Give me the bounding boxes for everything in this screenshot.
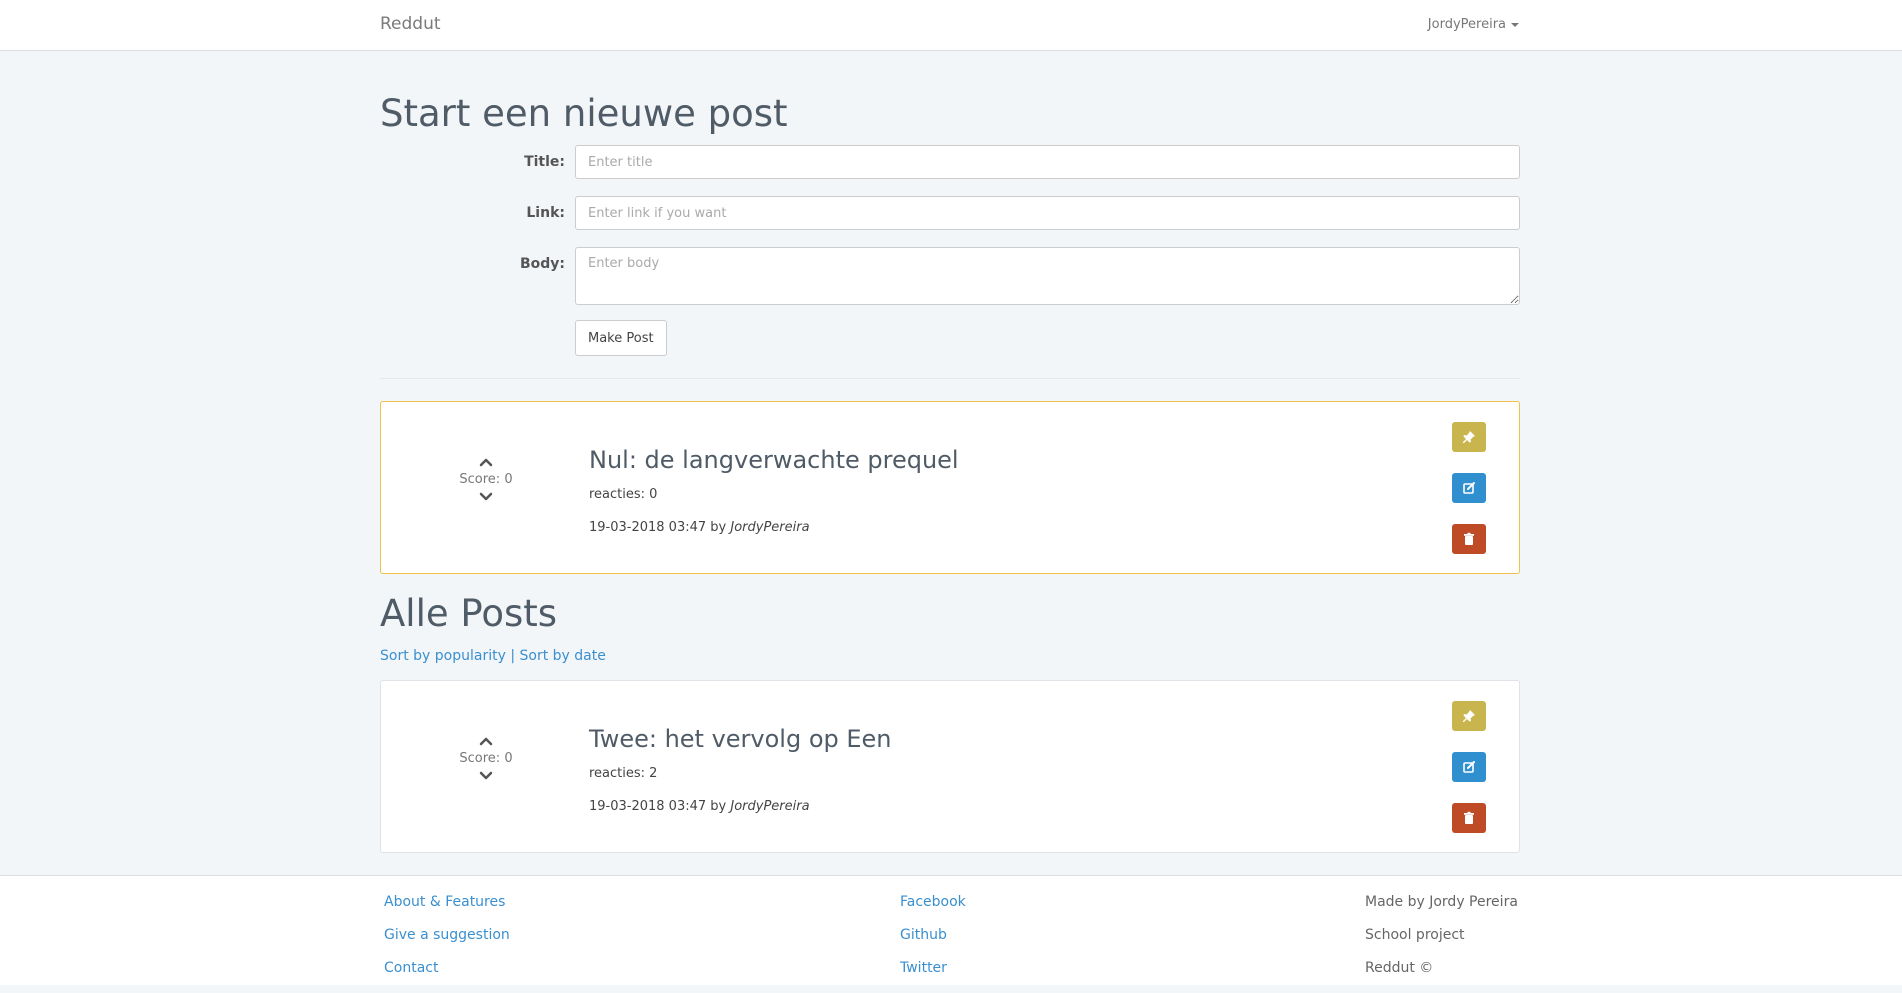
sort-separator: | xyxy=(510,648,516,664)
post-by: by xyxy=(710,520,727,535)
pushpin-icon xyxy=(1463,710,1475,722)
post-card: Score: 0 Twee: het vervolg op Een reacti… xyxy=(380,680,1520,853)
sort-by-date-link[interactable]: Sort by date xyxy=(520,648,606,664)
edit-button[interactable] xyxy=(1452,473,1486,503)
post-meta: 19-03-2018 03:47 by JordyPereira xyxy=(589,799,810,814)
all-posts-header: Alle Posts xyxy=(380,592,1520,635)
pin-button[interactable] xyxy=(1452,422,1486,452)
chevron-up-icon[interactable] xyxy=(478,735,494,747)
caret-down-icon xyxy=(1511,22,1519,27)
pinned-post-card: Score: 0 Nul: de langverwachte prequel r… xyxy=(380,401,1520,574)
delete-button[interactable] xyxy=(1452,524,1486,554)
make-post-button[interactable]: Make Post xyxy=(575,320,667,356)
trash-icon xyxy=(1464,811,1474,824)
footer-copyright: Reddut © xyxy=(1365,960,1434,976)
user-dropdown[interactable]: JordyPereira xyxy=(1428,17,1519,32)
new-post-form: Title: Link: Body: Make Post xyxy=(380,145,1520,365)
footer-link-about[interactable]: About & Features xyxy=(384,894,505,910)
footer-col-info: About & Features Give a suggestion Conta… xyxy=(384,894,510,993)
delete-button[interactable] xyxy=(1452,803,1486,833)
score-label: Score: 0 xyxy=(459,472,513,487)
post-replies: reacties: 2 xyxy=(589,766,658,781)
trash-icon xyxy=(1464,532,1474,545)
footer-made-by: Made by Jordy Pereira xyxy=(1365,894,1518,910)
chevron-down-icon[interactable] xyxy=(478,491,494,503)
post-meta: 19-03-2018 03:47 by JordyPereira xyxy=(589,520,810,535)
footer-col-credits: Made by Jordy Pereira School project Red… xyxy=(1365,894,1518,993)
title-label: Title: xyxy=(524,154,565,170)
footer-col-social: Facebook Github Twitter xyxy=(900,894,966,993)
navbar: Reddut JordyPereira xyxy=(0,0,1902,51)
edit-icon xyxy=(1463,761,1475,773)
footer-link-github[interactable]: Github xyxy=(900,927,947,943)
body-textarea[interactable] xyxy=(575,247,1520,305)
chevron-up-icon[interactable] xyxy=(478,456,494,468)
footer-school-project: School project xyxy=(1365,927,1465,943)
vote-widget: Score: 0 xyxy=(451,735,521,782)
post-date: 19-03-2018 03:47 xyxy=(589,520,707,535)
link-input[interactable] xyxy=(575,196,1520,230)
vote-widget: Score: 0 xyxy=(451,456,521,503)
post-by: by xyxy=(710,799,727,814)
post-date: 19-03-2018 03:47 xyxy=(589,799,707,814)
new-post-heading: Start een nieuwe post xyxy=(380,92,788,135)
title-input[interactable] xyxy=(575,145,1520,179)
brand-logo[interactable]: Reddut xyxy=(380,14,441,34)
score-label: Score: 0 xyxy=(459,751,513,766)
sort-links: Sort by popularity | Sort by date xyxy=(380,648,606,664)
footer: About & Features Give a suggestion Conta… xyxy=(0,875,1902,985)
sort-by-popularity-link[interactable]: Sort by popularity xyxy=(380,648,506,664)
footer-link-suggestion[interactable]: Give a suggestion xyxy=(384,927,510,943)
edit-button[interactable] xyxy=(1452,752,1486,782)
post-author: JordyPereira xyxy=(730,520,810,535)
new-post-section: Start een nieuwe post xyxy=(380,92,1520,135)
link-label: Link: xyxy=(526,205,565,221)
edit-icon xyxy=(1463,482,1475,494)
divider xyxy=(380,378,1520,379)
post-title[interactable]: Nul: de langverwachte prequel xyxy=(589,446,959,474)
post-author: JordyPereira xyxy=(730,799,810,814)
post-title[interactable]: Twee: het vervolg op Een xyxy=(589,725,892,753)
footer-link-facebook[interactable]: Facebook xyxy=(900,894,966,910)
user-name[interactable]: JordyPereira xyxy=(1428,17,1506,32)
post-replies: reacties: 0 xyxy=(589,487,658,502)
pin-button[interactable] xyxy=(1452,701,1486,731)
all-posts-heading: Alle Posts xyxy=(380,592,558,635)
footer-link-contact[interactable]: Contact xyxy=(384,960,438,976)
chevron-down-icon[interactable] xyxy=(478,770,494,782)
body-label: Body: xyxy=(519,256,565,272)
footer-link-twitter[interactable]: Twitter xyxy=(900,960,947,976)
pushpin-icon xyxy=(1463,431,1475,443)
